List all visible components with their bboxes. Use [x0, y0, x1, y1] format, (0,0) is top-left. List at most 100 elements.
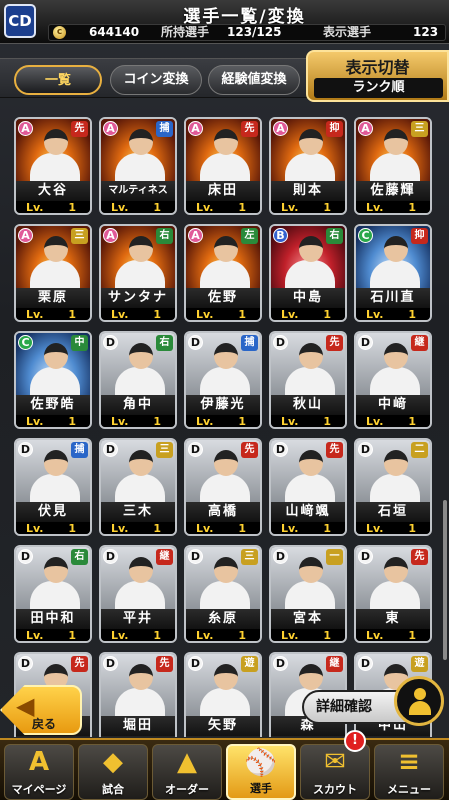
player-photo-head: [214, 129, 238, 155]
player-card[interactable]: D 捕伏見 Lv. 1: [14, 438, 92, 536]
level-value: 1: [153, 308, 161, 321]
player-card[interactable]: D 継平井 Lv. 1: [99, 545, 177, 643]
player-card[interactable]: D 継中﨑 Lv. 1: [354, 331, 432, 429]
player-card[interactable]: A 三栗原 Lv. 1: [14, 224, 92, 322]
nav-order-icon: ▲: [177, 747, 197, 777]
player-photo-head: [44, 557, 68, 583]
player-name: 中﨑: [356, 395, 430, 415]
player-photo-head: [44, 343, 68, 369]
player-card[interactable]: D 二石垣 Lv. 1: [354, 438, 432, 536]
player-card[interactable]: D 捕伊藤光 Lv. 1: [184, 331, 262, 429]
player-card[interactable]: A 先大谷 Lv. 1: [14, 117, 92, 215]
level-label: Lv.: [111, 201, 129, 214]
nav-mypage-button[interactable]: A マイページ: [4, 744, 74, 800]
player-level: Lv. 1: [101, 522, 175, 535]
position-badge: 三: [156, 442, 173, 458]
nav-game-button[interactable]: ◆ 試合: [78, 744, 148, 800]
position-badge: 先: [326, 442, 343, 458]
player-card[interactable]: D 一宮本 Lv. 1: [269, 545, 347, 643]
level-label: Lv.: [366, 415, 384, 428]
nav-mypage-icon: A: [28, 747, 50, 777]
rank-badge: D: [103, 549, 118, 564]
level-value: 1: [238, 415, 246, 428]
player-card[interactable]: A 抑則本 Lv. 1: [269, 117, 347, 215]
nav-menu-button[interactable]: ≡ メニュー: [374, 744, 444, 800]
nav-scout-button[interactable]: ✉ スカウト: [300, 744, 370, 800]
level-label: Lv.: [26, 629, 44, 642]
position-badge: 左: [241, 228, 258, 244]
level-label: Lv.: [196, 308, 214, 321]
level-value: 1: [323, 522, 331, 535]
nav-order-button[interactable]: ▲ オーダー: [152, 744, 222, 800]
player-card[interactable]: B 右中島 Lv. 1: [269, 224, 347, 322]
rank-badge: D: [18, 656, 33, 671]
player-card[interactable]: D 先秋山 Lv. 1: [269, 331, 347, 429]
player-card[interactable]: A 捕マルティネス Lv. 1: [99, 117, 177, 215]
position-badge: 先: [241, 121, 258, 137]
level-value: 1: [408, 629, 416, 642]
player-card[interactable]: D 三三木 Lv. 1: [99, 438, 177, 536]
player-card[interactable]: D 先堀田: [99, 652, 177, 737]
player-photo-head: [299, 129, 323, 155]
player-photo-head: [214, 343, 238, 369]
rank-badge: A: [103, 228, 118, 243]
player-card[interactable]: A 三佐藤輝 Lv. 1: [354, 117, 432, 215]
level-value: 1: [153, 629, 161, 642]
rank-badge: D: [188, 549, 203, 564]
player-photo-head: [384, 557, 408, 583]
coin-icon: c: [53, 26, 66, 39]
player-level: Lv. 1: [101, 308, 175, 321]
player-level: Lv. 1: [101, 415, 175, 427]
rank-badge: D: [358, 335, 373, 350]
player-card[interactable]: D 右田中和 Lv. 1: [14, 545, 92, 643]
level-value: 1: [323, 308, 331, 321]
position-badge: 右: [71, 549, 88, 565]
player-card[interactable]: C 抑石川直 Lv. 1: [354, 224, 432, 322]
position-badge: 三: [241, 549, 258, 565]
back-button[interactable]: ◀ 戻る: [0, 685, 82, 735]
player-card[interactable]: D 三糸原 Lv. 1: [184, 545, 262, 643]
player-name: 佐野: [186, 288, 260, 308]
rank-badge: A: [103, 121, 118, 136]
player-card[interactable]: D 遊矢野: [184, 652, 262, 737]
player-name: サンタナ: [101, 288, 175, 308]
level-value: 1: [153, 201, 161, 214]
coin-count: 644140: [89, 25, 140, 39]
player-photo-head: [44, 236, 68, 262]
level-value: 1: [238, 201, 246, 214]
tab-exp-convert[interactable]: 経験値変換: [208, 65, 300, 95]
tab-coin-convert[interactable]: コイン変換: [110, 65, 202, 95]
player-card[interactable]: D 先高橋 Lv. 1: [184, 438, 262, 536]
position-badge: 継: [326, 656, 343, 672]
level-label: Lv.: [111, 308, 129, 321]
level-label: Lv.: [281, 522, 299, 535]
position-badge: 右: [326, 228, 343, 244]
player-photo-head: [129, 236, 153, 262]
player-name: 東: [356, 609, 430, 629]
tab-list[interactable]: 一覧: [14, 65, 102, 95]
player-name: 大谷: [16, 181, 90, 201]
player-card[interactable]: D 右角中 Lv. 1: [99, 331, 177, 429]
player-level: Lv. 1: [16, 415, 90, 427]
scrollbar[interactable]: [443, 500, 447, 660]
sort-toggle-button[interactable]: 表示切替 ランク順: [306, 50, 449, 102]
player-level: Lv. 1: [356, 201, 430, 213]
player-level: Lv. 1: [271, 629, 345, 641]
player-photo-head: [129, 129, 153, 155]
position-badge: 捕: [241, 335, 258, 351]
player-name: 三木: [101, 502, 175, 522]
owned-label: 所持選手: [161, 25, 210, 39]
player-silhouette-icon[interactable]: [394, 676, 444, 726]
player-card[interactable]: C 中佐野皓 Lv. 1: [14, 331, 92, 429]
player-level: Lv. 1: [101, 629, 175, 642]
rank-badge: D: [103, 656, 118, 671]
player-card[interactable]: A 左佐野 Lv. 1: [184, 224, 262, 322]
player-grid: A 先大谷 Lv. 1 A 捕マルティネス Lv. 1 A 先床田 Lv. 1 A 抑則本 Lv. 1 A 三佐藤…: [14, 117, 438, 737]
nav-player-button[interactable]: ⚾ 選手: [226, 744, 296, 800]
level-label: Lv.: [111, 522, 129, 535]
player-card[interactable]: D 先山﨑颯 Lv. 1: [269, 438, 347, 536]
player-card[interactable]: A 先床田 Lv. 1: [184, 117, 262, 215]
player-card[interactable]: D 先東 Lv. 1: [354, 545, 432, 643]
page-title: 選手一覧/変換: [183, 7, 306, 27]
player-card[interactable]: A 右サンタナ Lv. 1: [99, 224, 177, 322]
